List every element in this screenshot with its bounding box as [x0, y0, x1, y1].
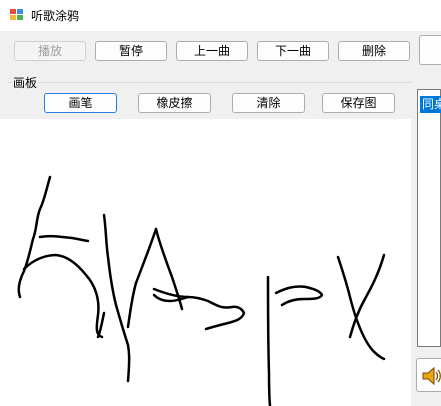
eraser-button[interactable]: 橡皮擦 [138, 93, 211, 113]
drawing-canvas[interactable] [0, 119, 411, 406]
delete-button[interactable]: 删除 [338, 41, 410, 61]
next-track-button[interactable]: 下一曲 [257, 41, 329, 61]
partial-button[interactable] [419, 35, 441, 65]
group-box-border [8, 82, 412, 83]
board-group-label: 画板 [12, 74, 39, 91]
clear-button[interactable]: 清除 [232, 93, 305, 113]
window-title: 听歌涂鸦 [31, 9, 80, 23]
pen-button[interactable]: 画笔 [44, 93, 117, 113]
app-icon [10, 9, 23, 20]
doodle-strokes [17, 175, 386, 406]
title-bar: 听歌涂鸦 [0, 0, 441, 31]
previous-track-button[interactable]: 上一曲 [176, 41, 248, 61]
play-button[interactable]: 播放 [14, 41, 86, 61]
speaker-icon [422, 366, 441, 386]
playlist-listbox[interactable]: 同桌 [417, 89, 441, 347]
save-image-button[interactable]: 保存图 [322, 93, 395, 113]
pause-button[interactable]: 暂停 [95, 41, 167, 61]
speaker-button[interactable] [416, 358, 441, 392]
playlist-item-selected[interactable]: 同桌 [420, 96, 441, 113]
